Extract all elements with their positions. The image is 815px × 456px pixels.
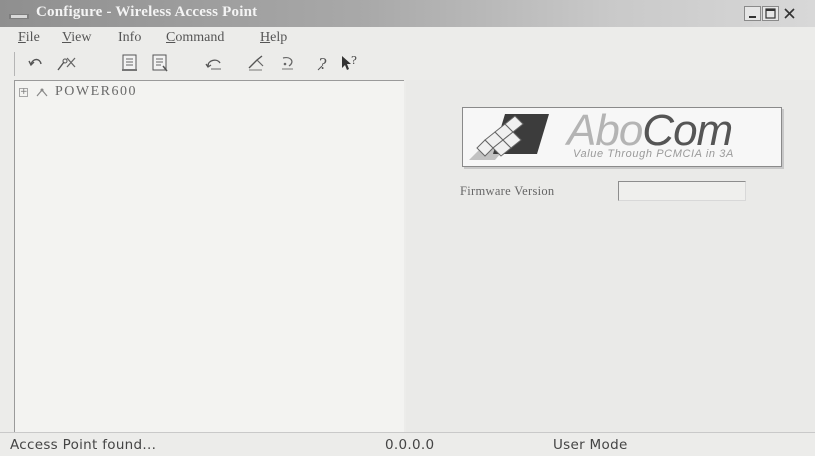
reset-icon[interactable]: [277, 52, 299, 74]
menu-bar: File View Info Command Help: [0, 28, 815, 48]
context-help-icon[interactable]: ?: [339, 52, 361, 74]
svg-text:?: ?: [319, 55, 327, 73]
document-list-icon[interactable]: [149, 52, 171, 74]
menu-view[interactable]: View: [62, 30, 92, 46]
menu-file[interactable]: File: [18, 30, 40, 46]
undo-icon[interactable]: [25, 52, 47, 74]
maximize-button[interactable]: [762, 6, 779, 21]
main-area: + POWER600 AboCom Value Through PCMCIA i…: [14, 80, 815, 432]
window-title: Configure - Wireless Access Point: [36, 4, 258, 20]
app-icon: [8, 9, 30, 21]
menu-command[interactable]: Command: [166, 30, 224, 46]
details-pane: AboCom Value Through PCMCIA in 3A Firmwa…: [406, 80, 815, 432]
close-button[interactable]: [781, 6, 811, 21]
toolbar: ? ?: [14, 52, 535, 76]
app-window: Configure - Wireless Access Point File V…: [0, 0, 815, 456]
tree-expander[interactable]: +: [19, 88, 28, 97]
document-icon[interactable]: [119, 52, 141, 74]
help-icon[interactable]: ?: [313, 52, 335, 74]
status-mode: User Mode: [553, 437, 628, 453]
firmware-version-label: Firmware Version: [460, 184, 555, 198]
access-point-icon: [35, 85, 49, 99]
minimize-button[interactable]: [744, 6, 761, 21]
logo-tagline: Value Through PCMCIA in 3A: [573, 148, 734, 160]
svg-text:?: ?: [351, 54, 357, 67]
status-message: Access Point found...: [10, 437, 157, 453]
title-bar[interactable]: Configure - Wireless Access Point: [0, 0, 815, 27]
wireless-disconnect-icon[interactable]: [55, 52, 77, 74]
pcmcia-cards-icon: [469, 114, 549, 160]
device-tree[interactable]: + POWER600: [14, 80, 404, 432]
status-ip-address: 0.0.0.0: [385, 437, 435, 453]
refresh-icon[interactable]: [203, 52, 225, 74]
tree-item-power600[interactable]: POWER600: [55, 84, 137, 100]
firmware-version-field: [618, 181, 746, 201]
menu-help[interactable]: Help: [260, 30, 287, 46]
status-bar: Access Point found... 0.0.0.0 User Mode: [0, 432, 815, 456]
menu-info[interactable]: Info: [118, 30, 141, 46]
abocom-logo: AboCom Value Through PCMCIA in 3A: [462, 106, 782, 167]
apply-settings-icon[interactable]: [245, 52, 267, 74]
